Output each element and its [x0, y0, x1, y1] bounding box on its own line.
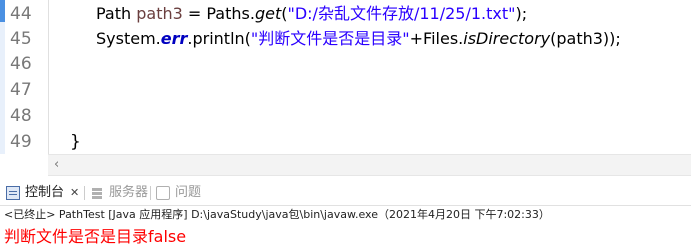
line-number: 44 — [10, 4, 32, 24]
gutter-divider — [48, 0, 49, 154]
code-line-45[interactable]: System.err.println("判断文件是否是目录"+Files.isD… — [96, 28, 621, 50]
tab-label: 服务器 — [109, 185, 149, 200]
code-token-method: get — [254, 4, 282, 23]
close-icon[interactable]: ✕ — [70, 183, 79, 203]
tab-label: 控制台 — [25, 185, 65, 200]
tab-console[interactable]: 控制台 ✕ — [6, 183, 79, 203]
horizontal-scrollbar[interactable]: ‹ — [48, 154, 691, 176]
code-token-variable: path3 — [136, 4, 183, 23]
code-token: .println( — [187, 29, 251, 48]
code-token-field: err — [160, 29, 188, 48]
line-number: 45 — [10, 29, 32, 49]
scroll-left-icon[interactable]: ‹ — [54, 157, 59, 172]
line-number: 49 — [10, 132, 32, 152]
line-number: 48 — [10, 106, 32, 126]
console-output[interactable]: 判断文件是否是目录false — [4, 227, 186, 247]
console-status-line: <已终止> PathTest [Java 应用程序] D:\javaStudy\… — [4, 208, 550, 221]
code-token: = Paths. — [182, 4, 255, 23]
code-token-string: "判断文件是否是目录" — [250, 29, 410, 48]
closing-brace: } — [70, 132, 81, 152]
code-token-string: "D:/杂乱文件存放/11/25/1.txt" — [287, 4, 516, 23]
code-token-method: isDirectory — [463, 29, 551, 48]
code-token-type: Path — [96, 4, 137, 23]
code-editor[interactable]: 44 45 46 47 48 49 Path path3 = Paths.get… — [0, 0, 691, 178]
current-line-marker — [0, 0, 5, 22]
line-number: 47 — [10, 80, 32, 100]
code-token: +Files. — [409, 29, 464, 48]
code-token: System. — [96, 29, 161, 48]
code-line-44[interactable]: Path path3 = Paths.get("D:/杂乱文件存放/11/25/… — [96, 3, 527, 25]
tab-servers[interactable]: 服务器 — [90, 183, 148, 203]
line-number-gutter: 44 45 46 47 48 49 — [0, 0, 48, 154]
problems-icon — [156, 186, 170, 200]
console-icon — [6, 186, 20, 200]
tab-divider — [84, 186, 85, 200]
console-tab-bar: 控制台 ✕ 服务器 问题 — [0, 180, 691, 206]
server-icon — [90, 186, 104, 200]
tab-problems[interactable]: 问题 — [156, 183, 201, 203]
tab-label: 问题 — [175, 185, 202, 200]
tab-divider — [150, 186, 151, 200]
line-number: 46 — [10, 54, 32, 74]
code-token: (path3)); — [550, 29, 621, 48]
gutter-shade — [0, 22, 5, 154]
code-token: ); — [515, 4, 528, 23]
